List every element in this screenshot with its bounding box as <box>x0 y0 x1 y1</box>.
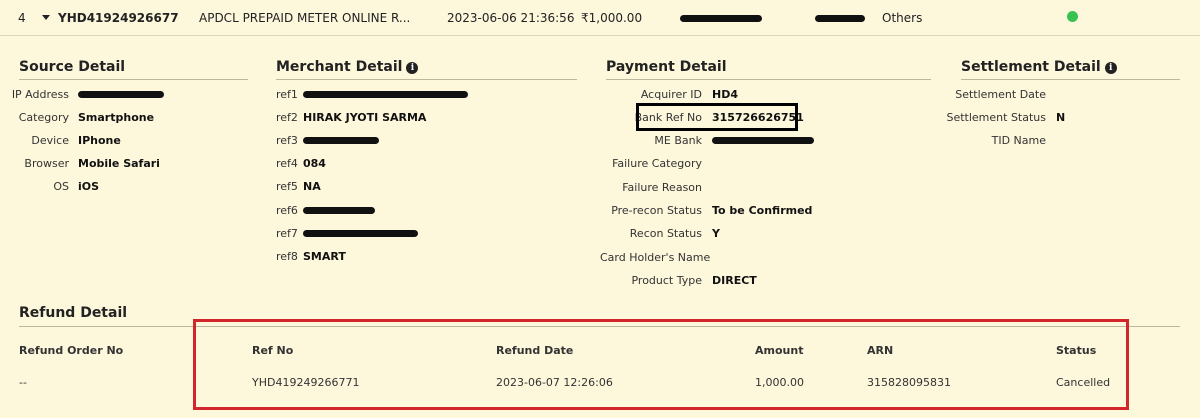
refund-detail-title: Refund Detail <box>19 305 128 321</box>
redaction-mark <box>712 137 814 144</box>
redaction-mark <box>303 207 375 214</box>
ref8-value: SMART <box>303 250 346 263</box>
divider <box>961 79 1180 80</box>
transaction-amount: ₹1,000.00 <box>581 11 643 25</box>
card-holder-name-label: Card Holder's Name <box>600 251 711 264</box>
ip-address-label: IP Address <box>11 88 69 101</box>
status-dot-icon <box>1067 11 1078 22</box>
ref7-label: ref7 <box>276 227 298 240</box>
ref4-label: ref4 <box>276 157 298 170</box>
category-label: Category <box>18 111 69 124</box>
settlement-detail-title: Settlement Detail i <box>961 59 1117 75</box>
acquirer-id-value: HD4 <box>712 88 738 101</box>
ref3-label: ref3 <box>276 134 298 147</box>
merchant-detail-title: Merchant Detail i <box>276 59 419 75</box>
redaction-mark <box>303 137 379 144</box>
divider <box>276 79 577 80</box>
device-label: Device <box>31 134 69 147</box>
browser-label: Browser <box>24 157 69 170</box>
failure-category-label: Failure Category <box>612 157 702 170</box>
redaction-mark <box>78 91 164 98</box>
category-value: Smartphone <box>78 111 155 124</box>
info-icon[interactable]: i <box>406 62 419 74</box>
product-type-label: Product Type <box>631 274 702 287</box>
transaction-datetime: 2023-06-06 21:36:56 <box>447 11 575 25</box>
order-id[interactable]: YHD41924926677 <box>58 11 179 25</box>
device-value: IPhone <box>78 134 121 147</box>
tid-name-label: TID Name <box>991 134 1046 147</box>
settlement-date-label: Settlement Date <box>955 88 1046 101</box>
redaction-mark <box>680 15 762 22</box>
settlement-status-label: Settlement Status <box>946 111 1046 124</box>
ref5-label: ref5 <box>276 180 298 193</box>
transaction-category: Others <box>882 11 923 25</box>
pre-recon-status-label: Pre-recon Status <box>611 204 702 217</box>
os-value: iOS <box>78 180 100 193</box>
ref8-label: ref8 <box>276 250 298 263</box>
product-type-value: DIRECT <box>712 274 757 287</box>
source-detail-title: Source Detail <box>19 59 126 75</box>
me-bank-label: ME Bank <box>654 134 702 147</box>
os-label: OS <box>53 180 69 193</box>
recon-status-label: Recon Status <box>629 227 702 240</box>
payment-detail-title: Payment Detail <box>606 59 727 75</box>
ref2-value: HIRAK JYOTI SARMA <box>303 111 427 124</box>
redaction-mark <box>303 230 418 237</box>
ref1-label: ref1 <box>276 88 298 101</box>
chevron-down-icon[interactable] <box>42 15 50 20</box>
redaction-mark <box>815 15 865 22</box>
info-icon[interactable]: i <box>1104 62 1117 74</box>
refund-order-no: -- <box>19 376 27 389</box>
refund-highlight-box <box>193 319 1129 410</box>
ref6-label: ref6 <box>276 204 298 217</box>
bank-ref-highlight-box <box>636 103 798 131</box>
row-index: 4 <box>18 11 26 25</box>
pre-recon-status-value: To be Confirmed <box>712 204 813 217</box>
failure-reason-label: Failure Reason <box>622 181 702 194</box>
ref4-value: 084 <box>303 157 326 170</box>
divider <box>19 79 248 80</box>
browser-value: Mobile Safari <box>78 157 160 170</box>
divider <box>606 79 931 80</box>
redaction-mark <box>303 91 468 98</box>
transaction-summary-row[interactable]: 4 YHD41924926677 APDCL PREPAID METER ONL… <box>0 0 1200 36</box>
refund-header-order-no: Refund Order No <box>19 344 124 357</box>
recon-status-value: Y <box>712 227 720 240</box>
ref5-value: NA <box>303 180 321 193</box>
acquirer-id-label: Acquirer ID <box>640 88 702 101</box>
merchant-name: APDCL PREPAID METER ONLINE R... <box>199 11 411 25</box>
ref2-label: ref2 <box>276 111 298 124</box>
settlement-status-value: N <box>1056 111 1066 124</box>
